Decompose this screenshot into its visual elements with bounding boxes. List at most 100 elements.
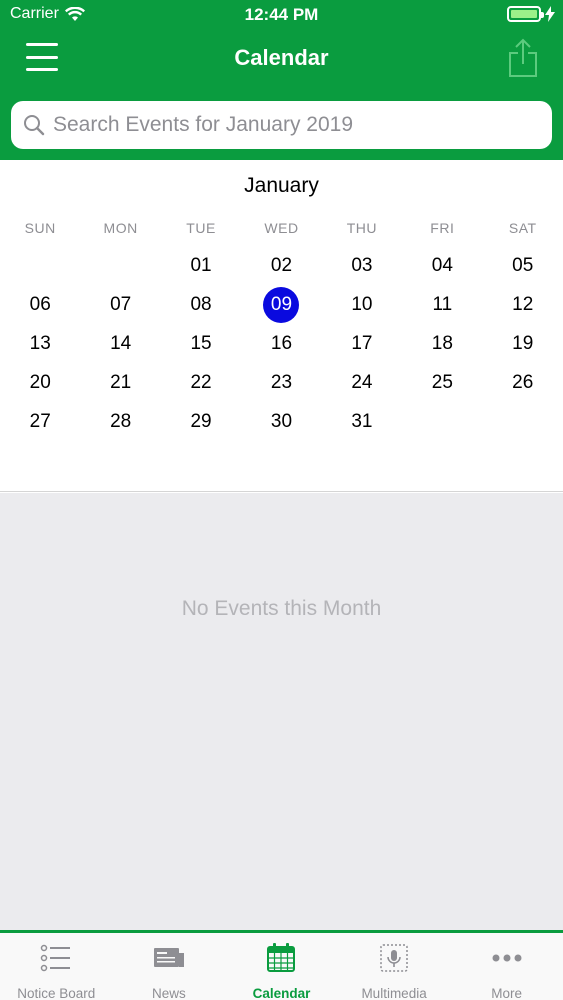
- day-cell[interactable]: 10: [322, 286, 402, 325]
- day-cell-empty: [0, 247, 80, 286]
- month-title: January: [244, 174, 319, 197]
- list-icon: [40, 943, 72, 978]
- day-number: 25: [431, 371, 453, 393]
- day-cell[interactable]: 11: [402, 286, 482, 325]
- day-number: 15: [190, 332, 212, 354]
- day-number: 16: [270, 332, 293, 354]
- day-cell[interactable]: 03: [322, 247, 402, 286]
- day-cell[interactable]: 15: [161, 325, 241, 364]
- day-number: 05: [512, 255, 534, 277]
- calendar-icon: [265, 943, 297, 978]
- day-cell[interactable]: 05: [483, 247, 563, 286]
- day-number: 02: [270, 255, 293, 277]
- day-cell[interactable]: 31: [322, 402, 402, 441]
- day-cell[interactable]: 23: [241, 363, 321, 402]
- battery-icon: [507, 6, 544, 22]
- day-cell-empty: [80, 247, 160, 286]
- day-cell[interactable]: 24: [322, 363, 402, 402]
- day-number: 06: [29, 294, 51, 316]
- tab-label: More: [491, 986, 523, 1000]
- day-number: 03: [351, 255, 373, 277]
- tab-calendar[interactable]: Calendar: [225, 933, 338, 1000]
- weekday-label: WED: [264, 220, 299, 236]
- day-number: 28: [110, 410, 132, 432]
- day-cell[interactable]: 26: [483, 363, 563, 402]
- tab-label: Notice Board: [17, 986, 96, 1000]
- day-cell[interactable]: 22: [161, 363, 241, 402]
- day-number: 17: [351, 332, 373, 354]
- day-number: 18: [431, 332, 453, 354]
- day-cell[interactable]: 19: [483, 325, 563, 364]
- day-number: 26: [512, 371, 534, 393]
- charging-bolt-icon: [545, 6, 555, 22]
- day-cell[interactable]: 25: [402, 363, 482, 402]
- weekday-label: MON: [103, 220, 138, 236]
- day-cell[interactable]: 18: [402, 325, 482, 364]
- day-cell[interactable]: 20: [0, 363, 80, 402]
- day-number: 21: [110, 371, 132, 393]
- day-cell[interactable]: 04: [402, 247, 482, 286]
- day-number: 07: [110, 294, 132, 316]
- day-grid: 01 02 03 04 05 06 07 08 09 10 11 12 13 14 15 16 17 18 19 20…: [0, 247, 563, 441]
- day-number: 29: [190, 410, 212, 432]
- weekday-header: SUN MON TUE WED THU FRI SAT: [0, 220, 563, 236]
- page-title: Calendar: [234, 45, 329, 70]
- tab-bar: Notice Board News Calendar Multimedia More: [0, 930, 563, 1000]
- search-input[interactable]: [53, 113, 533, 137]
- day-cell[interactable]: 13: [0, 325, 80, 364]
- tab-more[interactable]: More: [450, 933, 563, 1000]
- day-number: 14: [110, 332, 132, 354]
- day-cell[interactable]: 29: [161, 402, 241, 441]
- day-cell[interactable]: 30: [241, 402, 321, 441]
- day-number: 22: [190, 371, 212, 393]
- day-cell[interactable]: 02: [241, 247, 321, 286]
- empty-events-message: No Events this Month: [181, 597, 382, 620]
- day-cell[interactable]: 06: [0, 286, 80, 325]
- day-number: 27: [29, 410, 51, 432]
- calendar-view: January SUN MON TUE WED THU FRI SAT 01 02 03 04 05…: [0, 160, 563, 492]
- day-number: 20: [29, 371, 51, 393]
- microphone-icon: [378, 943, 410, 978]
- day-cell[interactable]: 21: [80, 363, 160, 402]
- day-number: 12: [512, 294, 534, 316]
- day-number: 11: [432, 294, 453, 316]
- weekday-label: SUN: [24, 220, 56, 236]
- share-icon[interactable]: [507, 38, 539, 78]
- search-bar: [11, 101, 552, 149]
- day-number: 01: [190, 255, 212, 277]
- day-cell[interactable]: 27: [0, 402, 80, 441]
- day-number: 09: [263, 287, 300, 324]
- day-number: 23: [270, 371, 293, 393]
- day-number: 13: [29, 332, 51, 354]
- weekday-label: THU: [346, 220, 378, 236]
- header: Carrier 12:44 PM Calendar: [0, 0, 563, 160]
- tab-multimedia[interactable]: Multimedia: [338, 933, 451, 1000]
- weekday-label: SAT: [508, 220, 537, 236]
- tab-label: Calendar: [252, 986, 311, 1000]
- day-number: 30: [270, 410, 293, 432]
- weekday-label: TUE: [186, 220, 216, 236]
- day-cell[interactable]: 08: [161, 286, 241, 325]
- day-number: 31: [351, 410, 373, 432]
- tab-news[interactable]: News: [113, 933, 226, 1000]
- nav-bar: Calendar: [0, 30, 563, 90]
- day-cell[interactable]: 01: [161, 247, 241, 286]
- day-cell[interactable]: 12: [483, 286, 563, 325]
- day-number: 19: [512, 332, 534, 354]
- day-number: 24: [351, 371, 373, 393]
- day-cell[interactable]: 28: [80, 402, 160, 441]
- day-cell[interactable]: 17: [322, 325, 402, 364]
- day-cell-selected[interactable]: 09: [241, 286, 321, 325]
- day-number: 04: [431, 255, 453, 277]
- tab-notice-board[interactable]: Notice Board: [0, 933, 113, 1000]
- day-cell[interactable]: 14: [80, 325, 160, 364]
- events-list: No Events this Month: [0, 493, 563, 930]
- tab-label: News: [152, 986, 186, 1000]
- more-dots-icon: [491, 943, 523, 978]
- day-number: 08: [190, 294, 212, 316]
- battery-indicator: [507, 6, 555, 22]
- day-cell[interactable]: 07: [80, 286, 160, 325]
- status-time: 12:44 PM: [244, 5, 319, 24]
- day-cell[interactable]: 16: [241, 325, 321, 364]
- status-bar: Carrier 12:44 PM: [0, 0, 563, 30]
